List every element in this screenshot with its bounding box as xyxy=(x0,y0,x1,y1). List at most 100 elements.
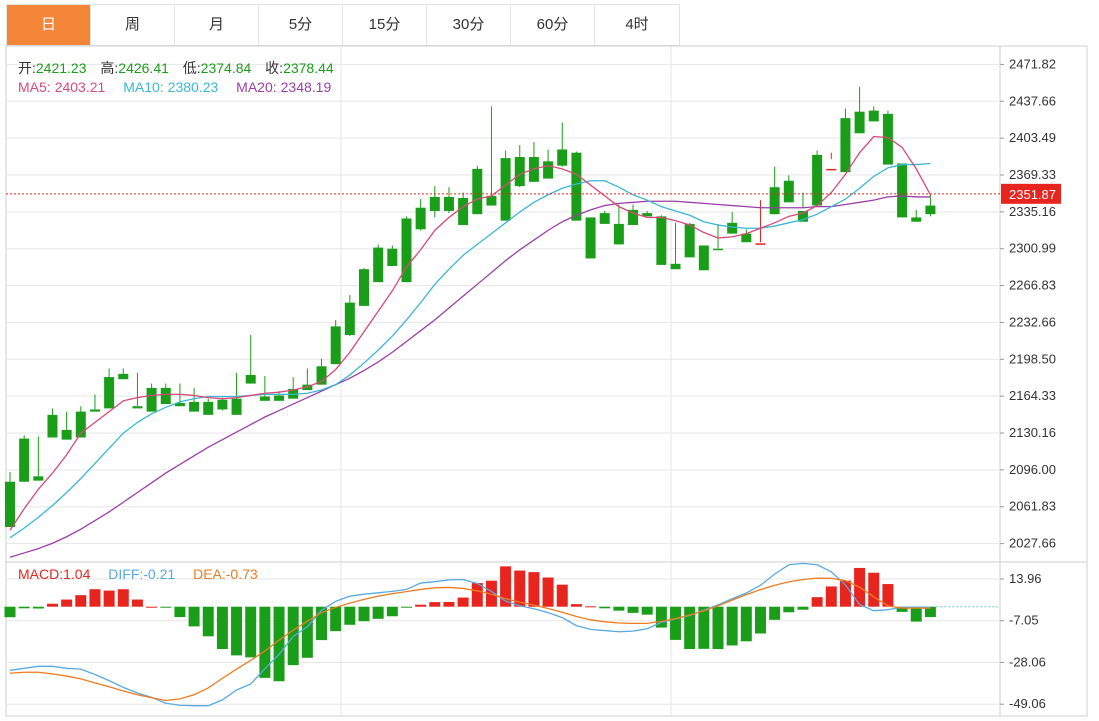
open-value: 2421.23 xyxy=(35,60,87,76)
candle-body xyxy=(259,396,270,401)
macd-bar xyxy=(712,606,724,650)
candle-body xyxy=(868,110,879,122)
candle-body xyxy=(274,395,285,401)
candle-body xyxy=(118,373,129,380)
candle-body xyxy=(245,374,256,384)
macd-bar xyxy=(740,606,752,642)
price-tick-label: 2369.33 xyxy=(1009,167,1056,182)
close-value: 2378.44 xyxy=(283,60,334,76)
candle-body xyxy=(217,399,228,410)
low-value: 2374.84 xyxy=(200,60,252,76)
chart-frame xyxy=(5,45,1088,717)
macd-bar xyxy=(75,595,87,607)
ma10-label: MA10: xyxy=(123,79,164,95)
macd-bar xyxy=(613,606,625,611)
candle-body xyxy=(727,222,738,234)
candle-body xyxy=(415,207,426,230)
macd-bar xyxy=(797,606,809,610)
kline-chart[interactable]: 2471.82 2437.66 2403.49 2369.33 2335.16 2300.… xyxy=(0,0,1099,721)
candle-body xyxy=(911,217,922,222)
candle-body xyxy=(500,158,511,221)
macd-bar xyxy=(641,606,653,615)
macd-bar xyxy=(259,606,271,678)
candle-body xyxy=(203,401,214,415)
price-tick-label: 2164.33 xyxy=(1009,388,1056,403)
price-tick-label: 2096.00 xyxy=(1009,462,1056,477)
candle-body xyxy=(89,409,100,412)
macd-bar xyxy=(726,606,738,646)
macd-bar xyxy=(103,590,115,607)
candle-body xyxy=(19,438,30,482)
price-tick-label: 2130.16 xyxy=(1009,425,1056,440)
macd-bar xyxy=(542,577,554,607)
macd-bar xyxy=(174,606,186,618)
candle-body xyxy=(585,217,596,259)
macd-bar xyxy=(443,601,455,607)
diff-line xyxy=(9,562,931,707)
macd-bar xyxy=(344,606,356,625)
candle-body xyxy=(543,161,554,179)
candle-body xyxy=(826,168,837,171)
candle-body xyxy=(189,401,200,412)
macd-bar xyxy=(202,606,214,637)
price-tick-label: 2266.83 xyxy=(1009,278,1056,293)
macd-bar xyxy=(910,606,922,622)
open-label: 开: xyxy=(18,60,36,76)
macd-bar xyxy=(811,597,823,607)
low-label: 低: xyxy=(182,60,201,76)
macd-bar xyxy=(231,606,243,656)
macd-bar xyxy=(386,606,398,617)
price-tick-label: 2198.50 xyxy=(1009,351,1056,366)
macd-bar xyxy=(131,599,143,607)
candle-body xyxy=(330,326,341,365)
dea-line xyxy=(9,577,931,702)
candle-body xyxy=(132,406,143,409)
candle-body xyxy=(146,387,157,412)
candle-body xyxy=(571,152,582,221)
macd-bar xyxy=(627,606,639,613)
candle-body xyxy=(61,429,72,440)
candle-body xyxy=(854,111,865,134)
macd-bar xyxy=(585,606,597,608)
macd-bar xyxy=(89,589,101,607)
dea-value: -0.73 xyxy=(225,566,258,582)
price-tick-label: 2061.83 xyxy=(1009,499,1056,514)
close-label: 收: xyxy=(265,60,284,76)
candle-body xyxy=(656,216,667,265)
ma5-label: MA5: xyxy=(18,79,51,95)
ma20-label: MA20: xyxy=(236,79,277,95)
macd-bar xyxy=(32,606,44,609)
candle-body xyxy=(925,205,936,215)
macd-bar xyxy=(825,586,837,607)
price-tick-label: 2335.16 xyxy=(1009,204,1056,219)
candle-body xyxy=(713,248,723,251)
macd-bar xyxy=(273,606,285,682)
price-tick-label: 2232.66 xyxy=(1009,314,1056,329)
macd-bar xyxy=(400,606,412,608)
macd-bar xyxy=(670,606,682,640)
macd-tick-label: -7.05 xyxy=(1009,613,1039,628)
macd-label: MACD: xyxy=(18,566,64,582)
macd-bar xyxy=(245,606,257,658)
macd-bar xyxy=(684,606,696,650)
candle-body xyxy=(783,180,794,203)
macd-bar xyxy=(146,606,158,608)
candle-body xyxy=(613,223,624,245)
macd-bar xyxy=(429,602,441,607)
candle-body xyxy=(429,196,440,211)
ma-readout: MA5: 2403.21 MA10: 2380.23 MA20: 2348.19 xyxy=(18,79,335,95)
macd-bar xyxy=(599,606,611,609)
macd-tick-label: 13.96 xyxy=(1009,571,1042,586)
ma10-line xyxy=(9,162,931,539)
price-tick-label: 2027.66 xyxy=(1009,536,1056,551)
macd-bar xyxy=(570,604,582,607)
candle-body xyxy=(599,213,610,224)
current-price-label: 2351.87 xyxy=(1009,187,1056,202)
macd-bar xyxy=(769,606,781,620)
dea-label: DEA: xyxy=(193,566,226,582)
high-value: 2426.41 xyxy=(118,60,169,76)
macd-bar xyxy=(528,572,540,607)
ma10-value: 2380.23 xyxy=(167,79,219,95)
candle-body xyxy=(840,118,851,173)
price-tick-label: 2471.82 xyxy=(1009,56,1056,71)
